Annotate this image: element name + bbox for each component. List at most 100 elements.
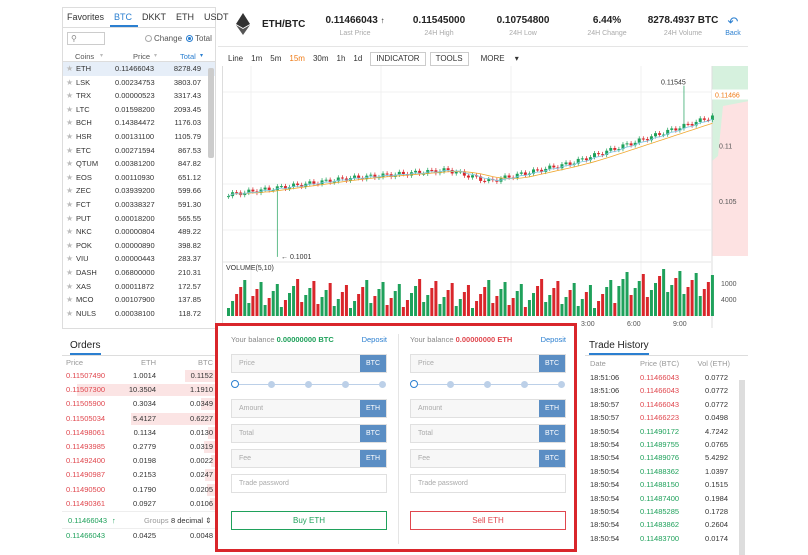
market-row[interactable]: ★ ETH 0.11466043 8278.49: [63, 62, 215, 76]
star-icon[interactable]: ★: [66, 130, 73, 144]
market-row[interactable]: ★ MCO 0.00107900 137.85: [63, 293, 215, 307]
scrollbar[interactable]: [739, 380, 745, 555]
interval-1d[interactable]: 1d: [349, 52, 366, 66]
order-row[interactable]: 0.11466043 0.0425 0.0048: [62, 529, 216, 543]
slider-handle[interactable]: [379, 381, 386, 388]
market-row[interactable]: ★ ETC 0.00271594 867.53: [63, 144, 215, 158]
slider-handle[interactable]: [447, 381, 454, 388]
star-icon[interactable]: ★: [66, 89, 73, 103]
radio-change[interactable]: Change: [145, 34, 182, 43]
total-input[interactable]: Total BTC: [410, 424, 566, 443]
amount-input[interactable]: Amount ETH: [231, 399, 387, 418]
market-row[interactable]: ★ VIU 0.00000443 283.37: [63, 252, 215, 266]
market-row[interactable]: ★ NULS 0.00038100 118.72: [63, 307, 215, 321]
slider-handle[interactable]: [521, 381, 528, 388]
star-icon[interactable]: ★: [66, 252, 73, 266]
market-row[interactable]: ★ LSK 0.00234753 3803.07: [63, 76, 215, 90]
star-icon[interactable]: ★: [66, 307, 73, 321]
market-row[interactable]: ★ ZEC 0.03939200 599.66: [63, 184, 215, 198]
order-row[interactable]: 0.11492400 0.0198 0.0022: [62, 454, 216, 468]
interval-1h[interactable]: 1h: [333, 52, 350, 66]
order-row[interactable]: 0.11507490 1.0014 0.1152: [62, 369, 216, 383]
star-icon[interactable]: ★: [66, 266, 73, 280]
deposit-link[interactable]: Deposit: [362, 332, 387, 348]
total-input[interactable]: Total BTC: [231, 424, 387, 443]
market-row[interactable]: ★ PUT 0.00018200 565.55: [63, 212, 215, 226]
star-icon[interactable]: ★: [66, 225, 73, 239]
more-button[interactable]: MORE ▾: [473, 52, 527, 66]
market-row[interactable]: ★ HSR 0.00131100 1105.79: [63, 130, 215, 144]
slider-handle[interactable]: [558, 381, 565, 388]
order-row[interactable]: 0.11498061 0.1134 0.0130: [62, 426, 216, 440]
buy-eth-button[interactable]: Buy ETH: [231, 511, 387, 530]
slider-handle[interactable]: [484, 381, 491, 388]
star-icon[interactable]: ★: [66, 116, 73, 130]
price-input[interactable]: Price BTC: [231, 354, 387, 373]
star-icon[interactable]: ★: [66, 280, 73, 294]
star-icon[interactable]: ★: [66, 171, 73, 185]
market-row[interactable]: ★ EOS 0.00110930 651.12: [63, 171, 215, 185]
col-coins[interactable]: Coins: [75, 52, 94, 61]
fee-input[interactable]: Fee BTC: [410, 449, 566, 468]
slider-handle[interactable]: [410, 380, 418, 388]
order-row[interactable]: 0.11490500 0.1790 0.0205: [62, 483, 216, 497]
slider-handle[interactable]: [268, 381, 275, 388]
market-row[interactable]: ★ POK 0.00000890 398.82: [63, 239, 215, 253]
star-icon[interactable]: ★: [66, 184, 73, 198]
order-row[interactable]: 0.11493985 0.2779 0.0319: [62, 440, 216, 454]
tab-dkkt[interactable]: DKKT: [138, 8, 172, 27]
slider-handle[interactable]: [342, 381, 349, 388]
order-row[interactable]: 0.11507300 10.3504 1.1910: [62, 383, 216, 397]
col-price[interactable]: Price: [133, 52, 150, 61]
star-icon[interactable]: ★: [66, 144, 73, 158]
price-input[interactable]: Price BTC: [410, 354, 566, 373]
order-row[interactable]: 0.11490361 0.0927 0.0106: [62, 497, 216, 511]
order-row[interactable]: 0.11505900 0.3034 0.0349: [62, 397, 216, 411]
market-row[interactable]: ★ DASH 0.06800000 210.31: [63, 266, 215, 280]
interval-1m[interactable]: 1m: [247, 52, 266, 66]
deposit-link[interactable]: Deposit: [541, 332, 566, 348]
interval-line[interactable]: Line: [224, 52, 247, 66]
fee-input[interactable]: Fee ETH: [231, 449, 387, 468]
star-icon[interactable]: ★: [66, 239, 73, 253]
market-row[interactable]: ★ FCT 0.00338327 591.30: [63, 198, 215, 212]
tab-favorites[interactable]: Favorites: [63, 8, 110, 27]
trade-password-input[interactable]: Trade password: [410, 474, 566, 493]
back-button[interactable]: ↶ Back: [720, 14, 746, 37]
tab-btc[interactable]: BTC: [110, 8, 139, 27]
market-row[interactable]: ★ QTUM 0.00381200 847.82: [63, 157, 215, 171]
star-icon[interactable]: ★: [66, 212, 73, 226]
star-icon[interactable]: ★: [66, 293, 73, 307]
market-row[interactable]: ★ BCH 0.14384472 1176.03: [63, 116, 215, 130]
candlestick-chart[interactable]: 0.11545 ← 0.1001 0.11 0.105 0.11466 VOLUME(5,…: [222, 66, 748, 328]
scrollbar[interactable]: [208, 68, 214, 158]
market-row[interactable]: ★ NKC 0.00000804 489.22: [63, 225, 215, 239]
order-row[interactable]: 0.11505034 5.4127 0.6227: [62, 412, 216, 426]
slider-handle[interactable]: [305, 381, 312, 388]
market-row[interactable]: ★ LTC 0.01598200 2093.45: [63, 103, 215, 117]
market-row[interactable]: ★ TRX 0.00000523 3317.43: [63, 89, 215, 103]
amount-input[interactable]: Amount ETH: [410, 399, 566, 418]
indicator-button[interactable]: INDICATOR: [370, 52, 426, 66]
amount-slider[interactable]: [231, 377, 387, 393]
order-row[interactable]: 0.11490987 0.2153 0.0247: [62, 468, 216, 482]
star-icon[interactable]: ★: [66, 103, 73, 117]
trade-password-input[interactable]: Trade password: [231, 474, 387, 493]
radio-total[interactable]: Total: [186, 34, 212, 43]
tab-eth[interactable]: ETH: [172, 8, 200, 27]
interval-5m[interactable]: 5m: [266, 52, 285, 66]
interval-15m[interactable]: 15m: [285, 52, 309, 66]
slider-handle[interactable]: [231, 380, 239, 388]
tools-button[interactable]: TOOLS: [429, 52, 469, 66]
search-input[interactable]: ⚲: [67, 32, 105, 45]
col-total[interactable]: Total: [180, 52, 196, 61]
interval-30m[interactable]: 30m: [309, 52, 333, 66]
amount-slider[interactable]: [410, 377, 566, 393]
sell-eth-button[interactable]: Sell ETH: [410, 511, 566, 530]
star-icon[interactable]: ★: [66, 62, 73, 76]
star-icon[interactable]: ★: [66, 198, 73, 212]
star-icon[interactable]: ★: [66, 76, 73, 90]
groups-select[interactable]: 8 decimal ⇕: [171, 512, 212, 530]
star-icon[interactable]: ★: [66, 157, 73, 171]
market-row[interactable]: ★ XAS 0.00011872 172.57: [63, 280, 215, 294]
